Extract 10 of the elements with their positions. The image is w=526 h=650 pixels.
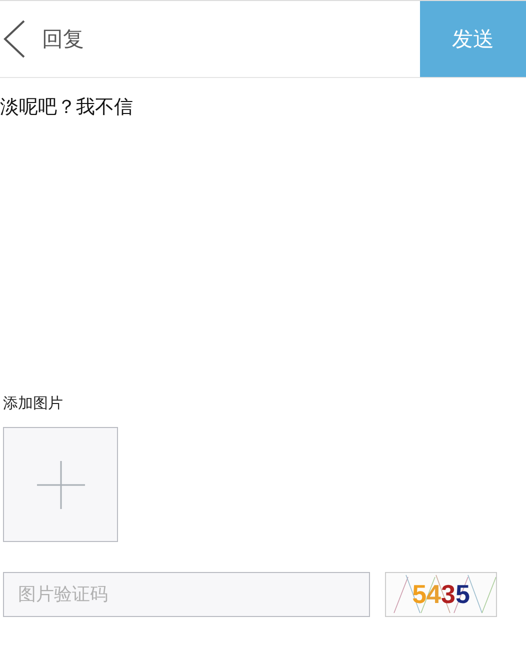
captcha-character: 3: [441, 579, 456, 610]
reply-text[interactable]: 淡呢吧？我不信: [0, 94, 526, 394]
captcha-character: 5: [412, 579, 427, 610]
captcha-image[interactable]: 5435: [385, 572, 497, 617]
captcha-field[interactable]: 图片验证码: [3, 572, 370, 617]
page-title: 回复: [42, 26, 85, 53]
captcha-character: 4: [426, 579, 441, 610]
captcha-character: 5: [455, 579, 470, 610]
add-image-label: 添加图片: [3, 394, 64, 413]
plus-icon: [36, 460, 84, 508]
